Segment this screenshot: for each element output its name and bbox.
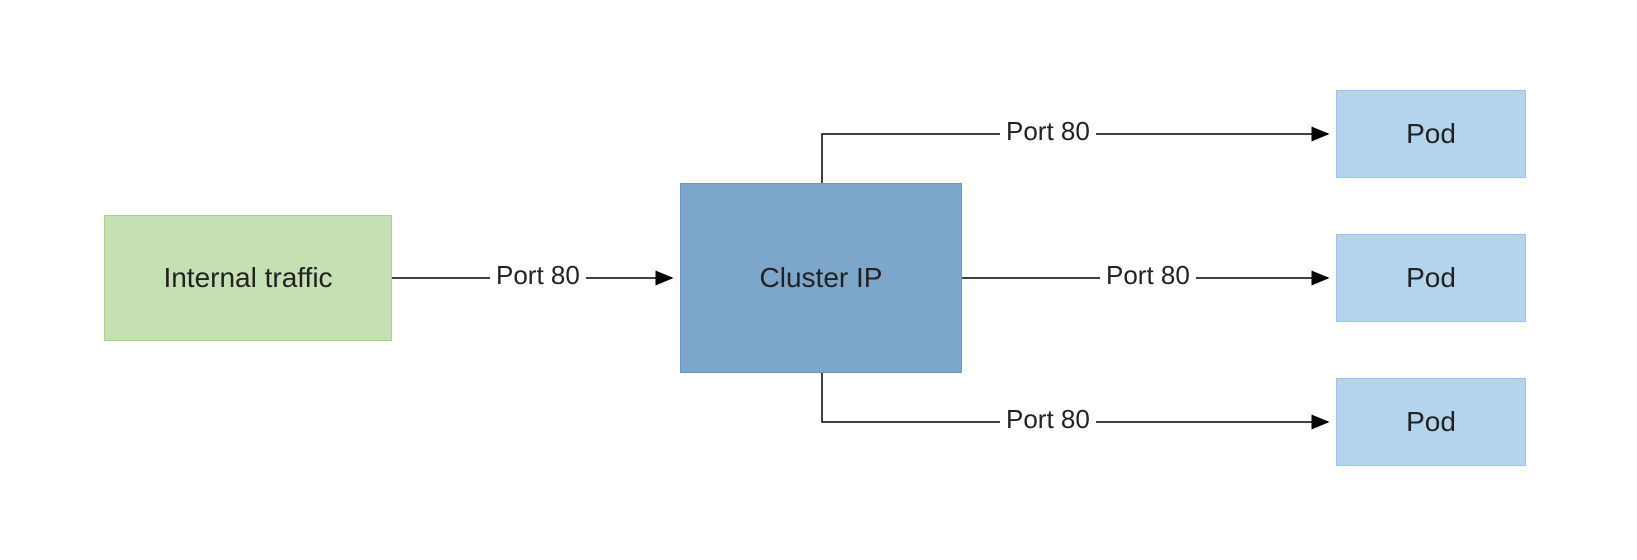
node-label: Cluster IP [760, 262, 883, 294]
edge-label-service-pod3: Port 80 [1000, 404, 1096, 435]
node-label: Pod [1406, 262, 1456, 294]
node-pod-1: Pod [1336, 90, 1526, 178]
node-pod-2: Pod [1336, 234, 1526, 322]
node-label: Pod [1406, 406, 1456, 438]
node-cluster-ip: Cluster IP [680, 183, 962, 373]
node-pod-3: Pod [1336, 378, 1526, 466]
diagram-canvas: Internal traffic Cluster IP Pod Pod Pod … [0, 0, 1637, 560]
edge-label-service-pod2: Port 80 [1100, 260, 1196, 291]
node-label: Internal traffic [163, 262, 332, 294]
edge-label-service-pod1: Port 80 [1000, 116, 1096, 147]
node-internal-traffic: Internal traffic [104, 215, 392, 341]
node-label: Pod [1406, 118, 1456, 150]
edge-label-source-service: Port 80 [490, 260, 586, 291]
